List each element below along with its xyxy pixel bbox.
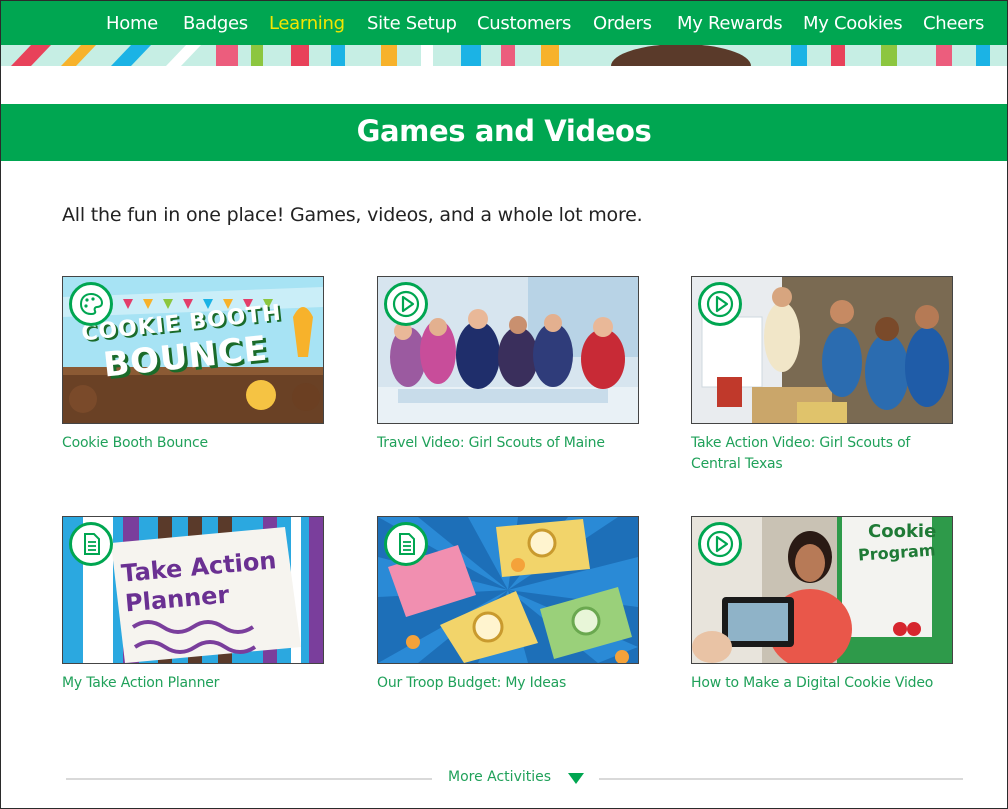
video-thumbnail[interactable]: Cookie Program	[691, 516, 953, 664]
page-title-bar: Games and Videos	[1, 104, 1007, 161]
activity-thumbnail[interactable]	[377, 516, 639, 664]
nav-item-customers[interactable]: Customers	[477, 13, 571, 34]
intro-text: All the fun in one place! Games, videos,…	[62, 204, 643, 226]
decorative-banner	[1, 45, 1007, 66]
nav-item-cheers[interactable]: Cheers	[923, 13, 984, 34]
nav-item-my-cookies[interactable]: My Cookies	[803, 13, 903, 34]
page-title: Games and Videos	[356, 114, 652, 148]
activity-link[interactable]: My Take Action Planner	[62, 673, 324, 694]
nav-item-site-setup[interactable]: Site Setup	[367, 13, 457, 34]
video-thumbnail[interactable]	[691, 276, 953, 424]
activity-link[interactable]: Our Troop Budget: My Ideas	[377, 673, 639, 694]
game-palette-icon	[69, 282, 113, 326]
play-icon	[698, 522, 742, 566]
play-icon	[698, 282, 742, 326]
activity-card-cookie-booth-bounce: COOKIE BOOTH BOUNCE Cookie Booth Bounce	[62, 276, 324, 454]
activity-thumbnail[interactable]: COOKIE BOOTH BOUNCE	[62, 276, 324, 424]
video-thumbnail[interactable]	[377, 276, 639, 424]
activity-link[interactable]: Cookie Booth Bounce	[62, 433, 324, 454]
activity-link[interactable]: Take Action Video: Girl Scouts of Centra…	[691, 433, 953, 475]
activity-card-travel-video: Travel Video: Girl Scouts of Maine	[377, 276, 639, 454]
nav-item-badges[interactable]: Badges	[183, 13, 248, 34]
activity-thumbnail[interactable]: Take Action Planner	[62, 516, 324, 664]
page-frame: Home Badges Learning Site Setup Customer…	[0, 0, 1008, 809]
activity-card-take-action-planner: Take Action Planner My Take Action Plann…	[62, 516, 324, 694]
more-activities-link[interactable]: More Activities	[448, 769, 551, 785]
activity-link[interactable]: Travel Video: Girl Scouts of Maine	[377, 433, 639, 454]
document-icon	[384, 522, 428, 566]
divider-right	[599, 778, 963, 780]
nav-item-home[interactable]: Home	[106, 13, 158, 34]
nav-item-orders[interactable]: Orders	[593, 13, 652, 34]
activity-link[interactable]: How to Make a Digital Cookie Video	[691, 673, 953, 694]
activity-card-digital-cookie-video: Cookie Program How to Make a Digital Coo…	[691, 516, 953, 694]
divider-left	[66, 778, 432, 780]
activity-card-take-action-video: Take Action Video: Girl Scouts of Centra…	[691, 276, 953, 475]
thumbnail-title-line-1: Cookie	[868, 521, 937, 542]
activity-card-troop-budget: Our Troop Budget: My Ideas	[377, 516, 639, 694]
top-navigation: Home Badges Learning Site Setup Customer…	[1, 1, 1007, 45]
document-icon	[69, 522, 113, 566]
nav-item-learning[interactable]: Learning	[269, 13, 345, 34]
play-icon	[384, 282, 428, 326]
more-activities-row: More Activities	[1, 768, 1007, 790]
triangle-down-icon[interactable]	[568, 773, 584, 785]
nav-item-my-rewards[interactable]: My Rewards	[677, 13, 783, 34]
